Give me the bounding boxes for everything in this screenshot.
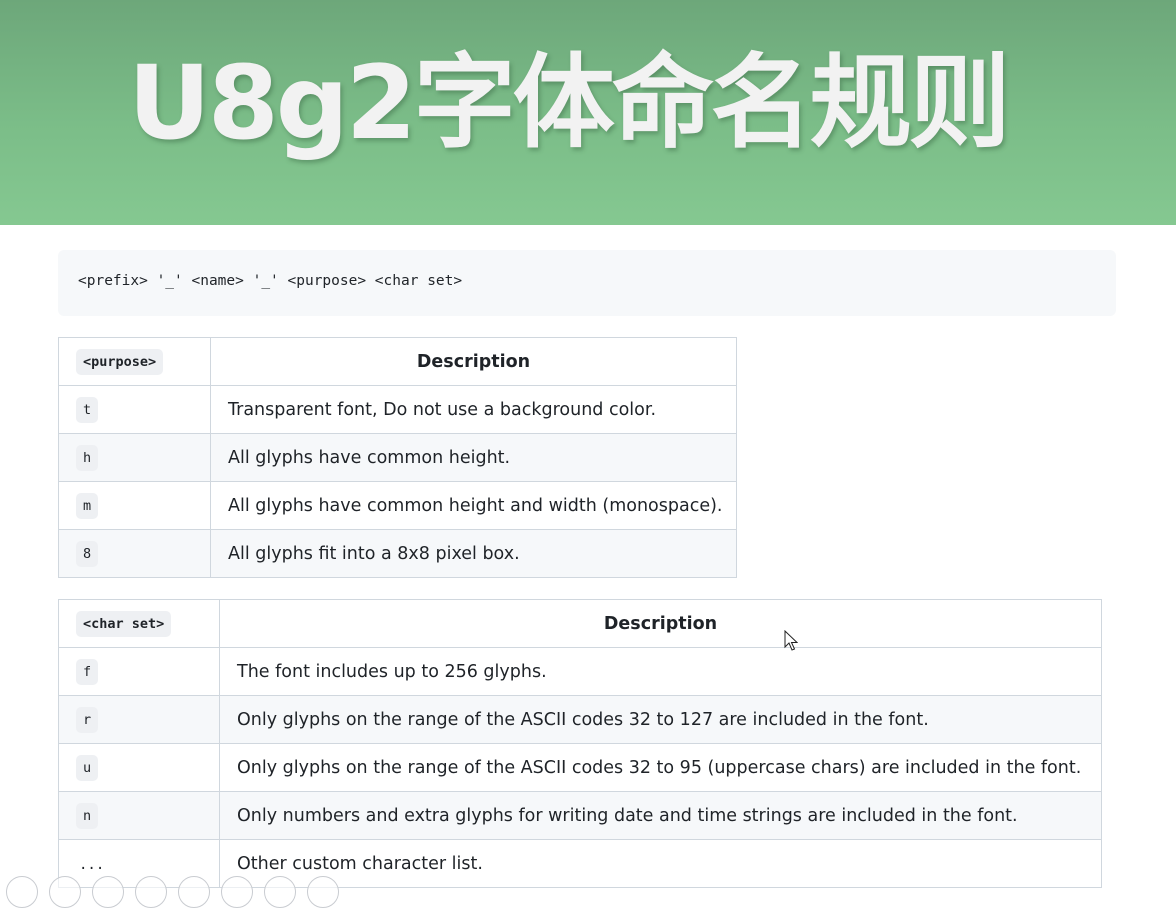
image-icon[interactable] xyxy=(264,876,296,908)
table-row: f The font includes up to 256 glyphs. xyxy=(58,647,1102,696)
pen-icon[interactable] xyxy=(92,876,124,908)
save-icon[interactable] xyxy=(135,876,167,908)
purpose-desc: All glyphs have common height and width … xyxy=(210,481,737,530)
annotation-toolbar xyxy=(0,872,360,908)
purpose-header-desc: Description xyxy=(210,337,737,386)
purpose-desc: All glyphs fit into a 8x8 pixel box. xyxy=(210,529,737,578)
charset-key-cell: f xyxy=(58,647,220,696)
search-icon[interactable] xyxy=(178,876,210,908)
charset-desc: Only glyphs on the range of the ASCII co… xyxy=(219,743,1102,792)
purpose-key: 8 xyxy=(76,540,99,567)
more-icon[interactable] xyxy=(307,876,339,908)
purpose-key-cell: 8 xyxy=(58,529,211,578)
charset-key-cell: r xyxy=(58,695,220,744)
mouse-pointer-icon xyxy=(784,630,798,651)
table-row: n Only numbers and extra glyphs for writ… xyxy=(58,791,1102,840)
charset-key-cell: u xyxy=(58,743,220,792)
purpose-key-cell: t xyxy=(58,385,211,434)
table-row: 8 All glyphs fit into a 8x8 pixel box. xyxy=(58,529,737,578)
window-icon[interactable] xyxy=(221,876,253,908)
purpose-table-header: <purpose> Description xyxy=(58,337,737,386)
purpose-key-cell: m xyxy=(58,481,211,530)
charset-key: f xyxy=(76,658,99,685)
pointer-icon[interactable] xyxy=(49,876,81,908)
purpose-header-key: <purpose> xyxy=(58,337,211,386)
charset-desc: The font includes up to 256 glyphs. xyxy=(219,647,1102,696)
charset-desc: Only numbers and extra glyphs for writin… xyxy=(219,791,1102,840)
charset-key: r xyxy=(76,706,99,733)
syntax-code: <prefix> '_' <name> '_' <purpose> <char … xyxy=(78,273,463,289)
banner-title: U8g2字体命名规则 xyxy=(128,44,1011,163)
table-row: t Transparent font, Do not use a backgro… xyxy=(58,385,737,434)
purpose-table: <purpose> Description t Transparent font… xyxy=(58,337,737,578)
purpose-key: t xyxy=(76,396,99,423)
charset-table-header: <char set> Description xyxy=(58,599,1102,648)
charset-table: <char set> Description f The font includ… xyxy=(58,599,1102,888)
purpose-key: h xyxy=(76,444,99,471)
table-row: u Only glyphs on the range of the ASCII … xyxy=(58,743,1102,792)
syntax-code-block: <prefix> '_' <name> '_' <purpose> <char … xyxy=(58,250,1116,316)
charset-key: u xyxy=(76,754,99,781)
back-icon[interactable] xyxy=(6,876,38,908)
charset-header-code: <char set> xyxy=(76,610,172,637)
table-row: r Only glyphs on the range of the ASCII … xyxy=(58,695,1102,744)
charset-key: n xyxy=(76,802,99,829)
title-banner: U8g2字体命名规则 xyxy=(0,0,1176,225)
charset-header-desc: Description xyxy=(219,599,1102,648)
purpose-key: m xyxy=(76,492,99,519)
purpose-header-code: <purpose> xyxy=(76,348,164,375)
purpose-desc: Transparent font, Do not use a backgroun… xyxy=(210,385,737,434)
charset-desc: Only glyphs on the range of the ASCII co… xyxy=(219,695,1102,744)
charset-key: ... xyxy=(79,856,105,873)
purpose-key-cell: h xyxy=(58,433,211,482)
table-row: m All glyphs have common height and widt… xyxy=(58,481,737,530)
purpose-desc: All glyphs have common height. xyxy=(210,433,737,482)
table-row: h All glyphs have common height. xyxy=(58,433,737,482)
charset-key-cell: n xyxy=(58,791,220,840)
charset-header-key: <char set> xyxy=(58,599,220,648)
